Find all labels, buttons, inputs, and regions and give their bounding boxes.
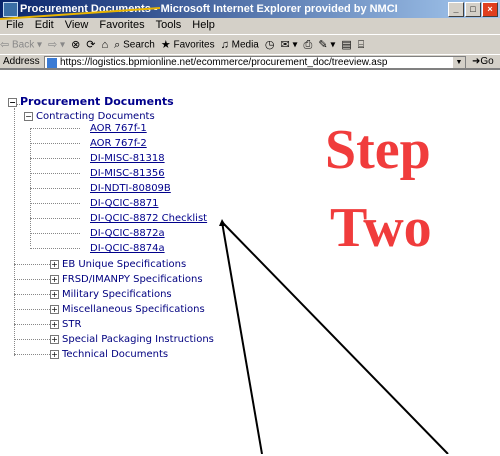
callout-pointer <box>219 219 449 454</box>
